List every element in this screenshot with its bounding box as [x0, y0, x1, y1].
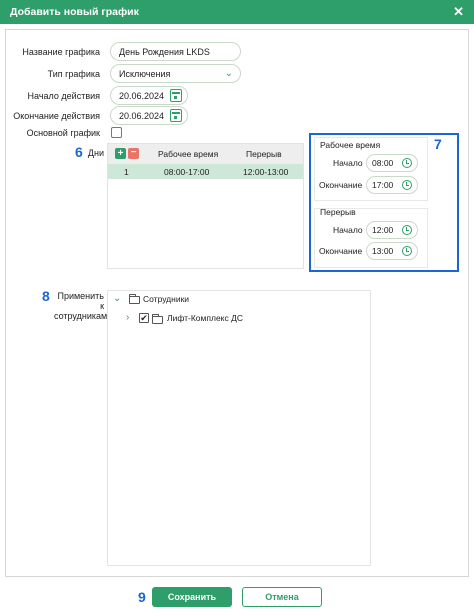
- chevron-down-icon[interactable]: ⌄: [113, 293, 121, 304]
- end-date-input[interactable]: 20.06.2024: [110, 106, 188, 125]
- remove-day-button[interactable]: −: [128, 148, 139, 159]
- close-icon[interactable]: ✕: [453, 4, 464, 20]
- main-schedule-label: Основной график: [26, 128, 100, 138]
- break-start-label: Начало: [333, 225, 363, 235]
- chevron-right-icon[interactable]: ›: [126, 312, 129, 323]
- work-time-title: Рабочее время: [320, 140, 381, 150]
- clock-icon[interactable]: [402, 246, 412, 256]
- days-label: Дни: [87, 148, 104, 158]
- work-start-input[interactable]: 08:00: [366, 154, 418, 172]
- days-table-header: + − Рабочее время Перерыв: [108, 144, 303, 164]
- start-date-value: 20.06.2024: [119, 90, 165, 101]
- apply-label: Применить к сотрудникам: [54, 291, 108, 321]
- annotation-marker-8: 8: [42, 288, 50, 304]
- window-title: Добавить новый график: [10, 6, 139, 18]
- break-end-input[interactable]: 13:00: [366, 242, 418, 260]
- column-header-work: Рабочее время: [158, 149, 219, 159]
- annotation-marker-7: 7: [434, 136, 442, 152]
- column-header-break: Перерыв: [246, 149, 282, 159]
- row-work-time: 08:00-17:00: [164, 166, 210, 177]
- end-label: Окончание действия: [13, 111, 100, 121]
- type-select-value: Исключения: [119, 68, 171, 79]
- calendar-icon[interactable]: [170, 109, 182, 122]
- tree-item-lift-complex[interactable]: Лифт-Комплекс ДС: [167, 313, 243, 323]
- name-input[interactable]: День Рождения LKDS: [110, 42, 241, 61]
- cancel-button[interactable]: Отмена: [242, 587, 322, 607]
- work-start-label: Начало: [333, 158, 363, 168]
- row-break-time: 12:00-13:00: [243, 166, 289, 177]
- break-start-value: 12:00: [372, 225, 394, 235]
- main-schedule-checkbox[interactable]: [111, 127, 122, 138]
- folder-icon: [152, 314, 163, 324]
- save-button-label: Сохранить: [167, 592, 217, 602]
- break-end-value: 13:00: [372, 246, 394, 256]
- type-label: Тип графика: [47, 69, 100, 79]
- chevron-down-icon: ⌄: [224, 68, 233, 79]
- calendar-icon[interactable]: [170, 89, 182, 102]
- name-label: Название графика: [22, 47, 100, 57]
- type-select[interactable]: Исключения ⌄: [110, 64, 241, 83]
- window-titlebar: Добавить новый график ✕: [0, 0, 474, 24]
- clock-icon[interactable]: [402, 180, 412, 190]
- end-date-value: 20.06.2024: [119, 110, 165, 121]
- tree-item-employees[interactable]: Сотрудники: [143, 294, 189, 304]
- work-end-label: Окончание: [319, 180, 363, 190]
- work-start-value: 08:00: [372, 158, 394, 168]
- row-number: 1: [124, 166, 129, 177]
- start-label: Начало действия: [27, 91, 100, 101]
- start-date-input[interactable]: 20.06.2024: [110, 86, 188, 105]
- days-table: + − Рабочее время Перерыв 1 08:00-17:00 …: [107, 143, 304, 269]
- break-start-input[interactable]: 12:00: [366, 221, 418, 239]
- add-day-button[interactable]: +: [115, 148, 126, 159]
- folder-icon: [129, 294, 140, 304]
- work-end-input[interactable]: 17:00: [366, 176, 418, 194]
- name-input-value: День Рождения LKDS: [119, 46, 210, 57]
- employee-tree: ⌄ Сотрудники › ✔ Лифт-Комплекс ДС: [107, 290, 371, 566]
- break-end-label: Окончание: [319, 246, 363, 256]
- work-end-value: 17:00: [372, 180, 394, 190]
- tree-item-checkbox[interactable]: ✔: [139, 313, 149, 323]
- cancel-button-label: Отмена: [265, 592, 299, 602]
- table-row[interactable]: 1 08:00-17:00 12:00-13:00: [108, 164, 303, 179]
- break-title: Перерыв: [320, 207, 356, 217]
- annotation-marker-9: 9: [138, 589, 146, 605]
- save-button[interactable]: Сохранить: [152, 587, 232, 607]
- clock-icon[interactable]: [402, 225, 412, 235]
- clock-icon[interactable]: [402, 158, 412, 168]
